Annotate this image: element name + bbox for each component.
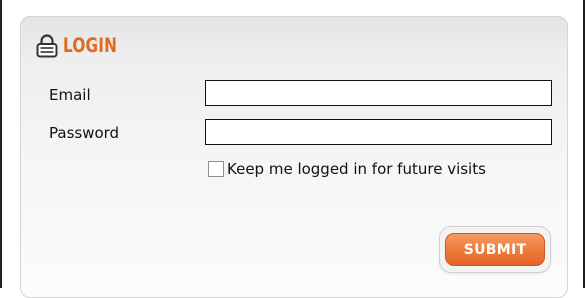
email-label: Email — [49, 86, 91, 104]
remember-me-label[interactable]: Keep me logged in for future visits — [227, 160, 486, 178]
lock-icon — [36, 34, 58, 58]
remember-me-checkbox[interactable] — [208, 161, 224, 177]
submit-button[interactable]: SUBMIT — [445, 233, 545, 266]
login-header: LOGIN — [36, 34, 117, 58]
submit-button-frame: SUBMIT — [439, 226, 551, 273]
email-field[interactable] — [205, 80, 552, 106]
remember-me-option[interactable]: Keep me logged in for future visits — [208, 160, 486, 178]
login-title: LOGIN — [63, 34, 118, 58]
password-field[interactable] — [205, 119, 552, 145]
page-border-left — [0, 0, 2, 288]
password-label: Password — [49, 124, 120, 142]
page-border-right — [583, 0, 585, 288]
